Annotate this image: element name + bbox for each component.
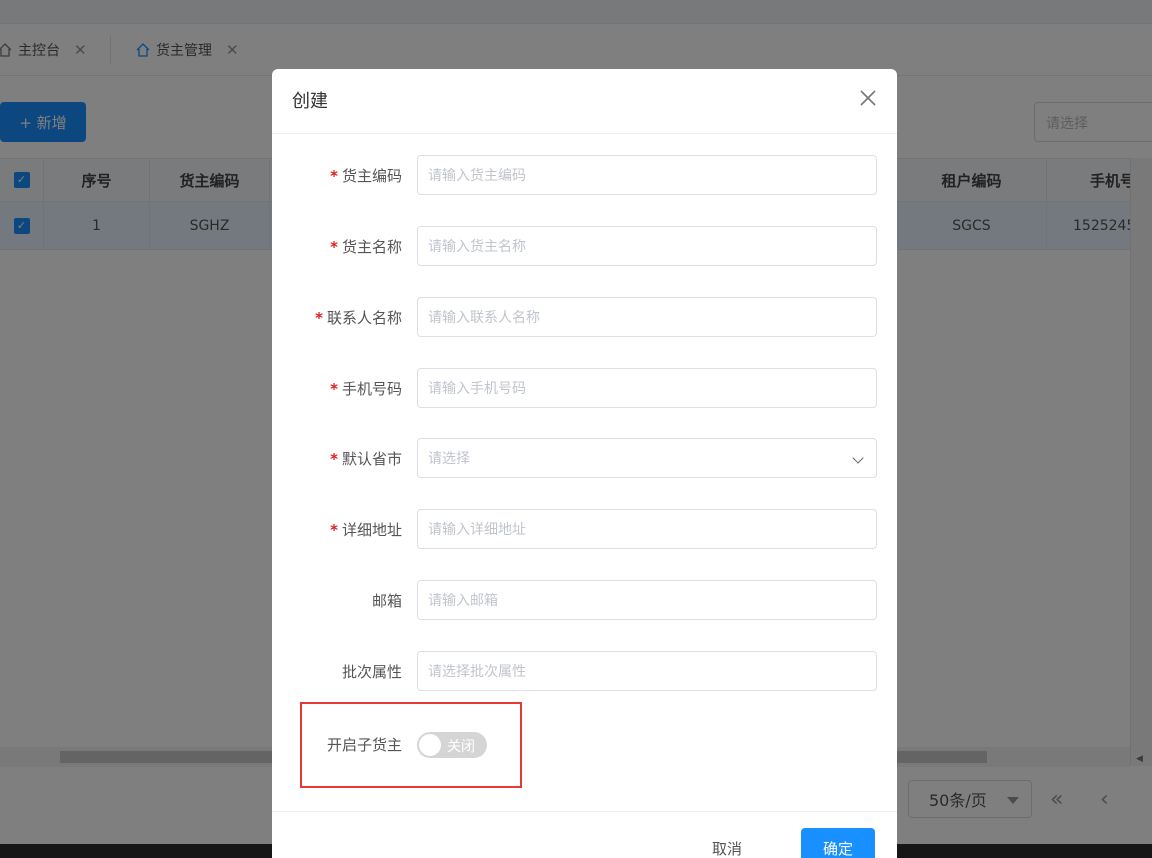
dialog-title: 创建: [292, 91, 328, 112]
field-owner-code: * 货主编码 请输入货主编码: [272, 155, 897, 195]
phone-input[interactable]: 请输入手机号码: [417, 368, 877, 408]
field-label: 批次属性: [341, 663, 402, 681]
owner-code-input[interactable]: 请输入货主编码: [417, 155, 877, 195]
field-batch-attribute: 批次属性 请选择批次属性: [272, 651, 897, 691]
field-label: 邮箱: [371, 592, 402, 610]
email-input[interactable]: 请输入邮箱: [417, 580, 877, 620]
field-label: 默认省市: [341, 450, 402, 468]
batch-attribute-input[interactable]: 请选择批次属性: [417, 651, 877, 691]
required-mark: *: [315, 309, 323, 327]
required-mark: *: [330, 380, 338, 398]
field-owner-name: * 货主名称 请输入货主名称: [272, 226, 897, 266]
field-label: 联系人名称: [326, 309, 402, 327]
dialog-footer: 取消 确定: [272, 811, 897, 858]
select-placeholder: 请选择: [428, 451, 470, 467]
field-address: * 详细地址 请输入详细地址: [272, 509, 897, 549]
close-icon[interactable]: [859, 89, 877, 107]
confirm-button[interactable]: 确定: [801, 828, 875, 858]
address-input[interactable]: 请输入详细地址: [417, 509, 877, 549]
required-mark: *: [330, 238, 338, 256]
dialog-header: 创建: [272, 69, 897, 134]
field-label: 详细地址: [341, 521, 402, 539]
required-mark: *: [330, 167, 338, 185]
field-contact-name: * 联系人名称 请输入联系人名称: [272, 297, 897, 337]
highlight-annotation: [300, 702, 522, 788]
required-mark: *: [330, 521, 338, 539]
field-phone: * 手机号码 请输入手机号码: [272, 368, 897, 408]
cancel-button[interactable]: 取消: [712, 838, 742, 858]
field-label: 货主名称: [341, 238, 402, 256]
chevron-down-icon: [852, 452, 864, 464]
field-default-region: * 默认省市 请选择: [272, 438, 897, 478]
field-email: 邮箱 请输入邮箱: [272, 580, 897, 620]
region-select[interactable]: 请选择: [417, 438, 877, 478]
field-label: 货主编码: [341, 167, 402, 185]
contact-name-input[interactable]: 请输入联系人名称: [417, 297, 877, 337]
owner-name-input[interactable]: 请输入货主名称: [417, 226, 877, 266]
field-label: 手机号码: [341, 380, 402, 398]
required-mark: *: [330, 450, 338, 468]
create-dialog: 创建 * 货主编码 请输入货主编码 * 货主名称 请输入货主名称 * 联系人名称 请输…: [272, 69, 897, 858]
